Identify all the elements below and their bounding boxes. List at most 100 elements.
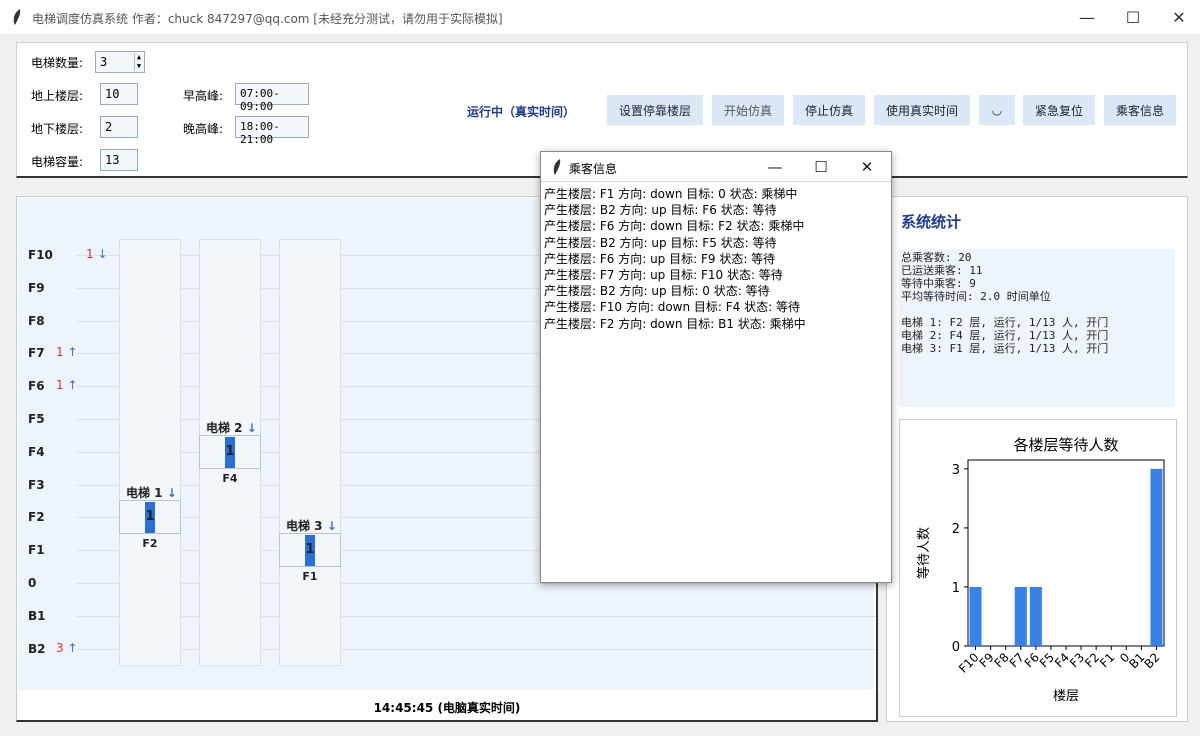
emergency-reset-button[interactable]: 紧急复位 xyxy=(1023,95,1095,125)
clock-label: 14:45:45 (电脑真实时间) xyxy=(373,701,521,715)
elevator-title: 电梯 3 ↓ xyxy=(286,517,337,534)
maximize-button[interactable]: ☐ xyxy=(1110,0,1156,34)
passenger-info-window: 乘客信息 — ☐ ✕ 产生楼层: F1 方向: down 目标: 0 状态: 乘… xyxy=(540,151,892,583)
stats-panel: 系统统计 总乘客数: 20 已运送乘客: 11 等待中乘客: 9 平均等待时间:… xyxy=(886,196,1188,722)
floor-label: F1 xyxy=(28,543,45,558)
x-axis-label: 楼层 xyxy=(1053,689,1079,704)
y-tick-label: 2 xyxy=(952,522,960,537)
set-stop-floors-button[interactable]: 设置停靠楼层 xyxy=(607,95,703,125)
elevator-name: 电梯 1 xyxy=(126,486,167,501)
window-title: 电梯调度仿真系统 作者：chuck 847297@qq.com [未经充分测试，… xyxy=(32,12,503,26)
main-window: 电梯调度仿真系统 作者：chuck 847297@qq.com [未经充分测试，… xyxy=(0,0,1200,736)
waiting-indicator: 1 ↓ xyxy=(86,247,108,261)
floor-label: 0 xyxy=(28,576,37,590)
stats-title: 系统统计 xyxy=(901,213,962,231)
elevator-count-value: 3 xyxy=(100,55,108,69)
above-floors-label: 地上楼层: xyxy=(31,89,84,103)
close-button[interactable]: ✕ xyxy=(1156,0,1200,34)
y-tick-label: 0 xyxy=(952,640,960,655)
elevator-name: 电梯 3 xyxy=(286,519,327,534)
elevator-count-spinbox[interactable]: 3 ▲ ▼ xyxy=(95,51,145,73)
waiting-chart-svg: 各楼层等待人数0123F10F9F8F7F6F5F4F3F2F1 0B1B2楼层等… xyxy=(916,436,1165,704)
morning-peak-label: 早高峰: xyxy=(183,89,224,103)
minimize-button[interactable]: — xyxy=(1064,0,1110,34)
y-axis-label: 等待人数 xyxy=(916,527,932,579)
moon-button[interactable]: ◡ xyxy=(979,95,1015,125)
spinbox-arrows-icon[interactable]: ▲ ▼ xyxy=(134,53,143,71)
arrow-up-icon: ↑ xyxy=(67,378,78,393)
morning-peak-input[interactable]: 07:00-09:00 xyxy=(235,83,309,113)
arrow-down-icon: ↓ xyxy=(166,486,177,501)
waiting-indicator: 1 ↑ xyxy=(56,378,78,392)
passenger-row: 产生楼层: B2 方向: up 目标: F6 状态: 等待 xyxy=(544,203,777,218)
floor-label: F3 xyxy=(28,477,45,492)
passenger-row: 产生楼层: B2 方向: up 目标: F5 状态: 等待 xyxy=(544,235,777,250)
passenger-row: 产生楼层: F7 方向: up 目标: F10 状态: 等待 xyxy=(544,268,783,283)
y-tick-label: 1 xyxy=(952,581,960,596)
elevator-count-label: 电梯数量: xyxy=(31,56,84,70)
elevator-car: 1 xyxy=(279,533,341,568)
arrow-up-icon: ↑ xyxy=(67,640,78,655)
run-status: 运行中（真实时间） xyxy=(467,105,576,119)
elevator-shaft xyxy=(279,239,341,666)
popup-minimize-button[interactable]: — xyxy=(752,152,798,182)
capacity-input[interactable]: 13 xyxy=(100,149,138,171)
app-feather-icon xyxy=(13,9,21,25)
elevator-title: 电梯 2 ↓ xyxy=(206,419,257,436)
arrow-down-icon: ↓ xyxy=(326,519,337,534)
chart-bar xyxy=(969,586,982,646)
evening-peak-label: 晚高峰: xyxy=(183,122,224,136)
y-tick-label: 3 xyxy=(952,463,960,478)
capacity-label: 电梯容量: xyxy=(31,155,84,169)
popup-title-bar: 乘客信息 — ☐ ✕ xyxy=(541,152,891,182)
floor-label: F4 xyxy=(28,444,45,459)
popup-feather-icon xyxy=(553,159,561,175)
popup-maximize-button[interactable]: ☐ xyxy=(798,152,844,182)
stop-sim-button[interactable]: 停止仿真 xyxy=(793,95,865,125)
evening-peak-input[interactable]: 18:00-21:00 xyxy=(235,116,309,146)
popup-close-button[interactable]: ✕ xyxy=(844,152,890,182)
passenger-row: 产生楼层: B2 方向: up 目标: 0 状态: 等待 xyxy=(544,284,770,299)
floor-line xyxy=(76,583,876,584)
arrow-up-icon: ↑ xyxy=(67,345,78,360)
below-floors-label: 地下楼层: xyxy=(31,122,84,136)
elevator-floor-label: F1 xyxy=(302,570,318,584)
chart-title: 各楼层等待人数 xyxy=(1013,436,1118,454)
floor-label: F10 xyxy=(28,248,53,262)
popup-title: 乘客信息 xyxy=(569,162,618,176)
above-floors-input[interactable]: 10 xyxy=(100,83,138,105)
elevator-car: 1 xyxy=(199,434,261,469)
passenger-row: 产生楼层: F6 方向: down 目标: F2 状态: 乘梯中 xyxy=(544,219,805,234)
passenger-info-button[interactable]: 乘客信息 xyxy=(1104,95,1176,125)
x-tick-label: F1 xyxy=(1097,650,1117,670)
floor-label: B1 xyxy=(28,608,46,623)
chart-bar xyxy=(1014,586,1027,646)
waiting-chart: 各楼层等待人数 0 1 2 3 F10 F9 F8 F7 F6 F5 F4 F3 F2 F1 0 B1 B2 楼层等… xyxy=(899,419,1177,717)
title-bar: 电梯调度仿真系统 作者：chuck 847297@qq.com [未经充分测试，… xyxy=(0,0,1200,34)
chart-frame xyxy=(967,459,1165,647)
waiting-count: 1 xyxy=(56,378,68,393)
floor-label: F8 xyxy=(28,313,45,328)
waiting-indicator: 3 ↑ xyxy=(56,641,78,655)
start-sim-button[interactable]: 开始仿真 xyxy=(712,95,784,125)
floor-label: F6 xyxy=(28,379,45,394)
elevator-floor-label: F2 xyxy=(142,537,158,551)
floor-line xyxy=(76,648,876,650)
chart-bar xyxy=(1029,586,1042,646)
elevator-title: 电梯 1 ↓ xyxy=(126,484,177,501)
arrow-down-icon: ↓ xyxy=(97,247,108,261)
x-tick-label: B2 xyxy=(1141,650,1162,671)
stats-text: 总乘客数: 20 已运送乘客: 11 等待中乘客: 9 平均等待时间: 2.0 … xyxy=(899,249,1175,407)
use-real-time-button[interactable]: 使用真实时间 xyxy=(874,95,970,125)
elevator-load: 1 xyxy=(305,542,315,558)
floor-label: F9 xyxy=(28,280,45,295)
arrow-down-icon: ↓ xyxy=(246,420,257,435)
floor-label: F5 xyxy=(28,412,45,426)
passenger-row: 产生楼层: F1 方向: down 目标: 0 状态: 乘梯中 xyxy=(544,187,798,201)
elevator-load: 1 xyxy=(225,443,235,459)
chart-bar xyxy=(1150,468,1163,646)
passenger-row: 产生楼层: F2 方向: down 目标: B1 状态: 乘梯中 xyxy=(544,316,806,331)
waiting-count: 1 xyxy=(86,247,98,261)
waiting-count: 3 xyxy=(56,640,68,655)
below-floors-input[interactable]: 2 xyxy=(100,116,138,138)
